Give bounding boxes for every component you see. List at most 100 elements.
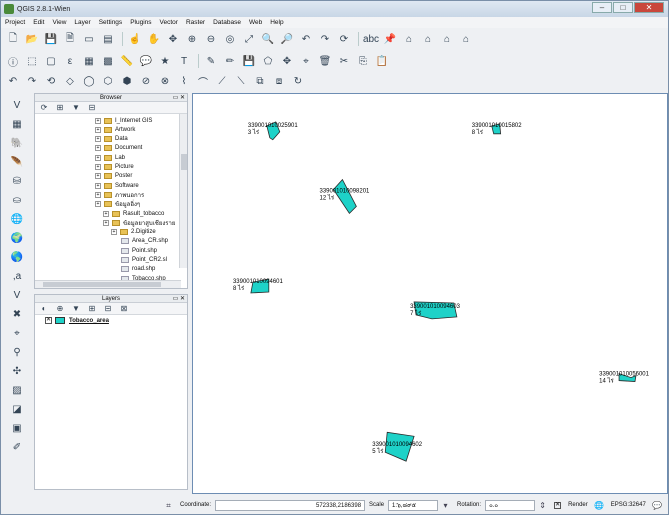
menu-item[interactable]: Settings (95, 19, 127, 26)
tree-item[interactable]: + Lab (95, 153, 125, 162)
expand-icon[interactable]: + (103, 210, 109, 217)
expand-icon[interactable]: + (95, 201, 101, 208)
move-feature-icon[interactable]: ✥ (279, 53, 295, 69)
attribute-table-icon[interactable]: ▦ (81, 53, 97, 69)
menu-item[interactable]: Database (209, 19, 245, 26)
menu-item[interactable]: Raster (182, 19, 209, 26)
delete-ring-icon[interactable]: ⊘ (138, 73, 154, 89)
map-tips-icon[interactable]: 💬 (138, 53, 154, 69)
rotation-spinbox[interactable]: ๐.๐ (485, 499, 536, 511)
pan-to-selection-icon[interactable]: ✥ (165, 31, 181, 47)
add-raster-layer-icon[interactable]: ▦ (8, 117, 26, 132)
delete-part-icon[interactable]: ⊗ (157, 73, 173, 89)
tree-item[interactable]: + ภาพนอการ (95, 190, 144, 199)
add-vector-layer-icon[interactable]: V (8, 98, 26, 113)
cut-features-icon[interactable]: ✂ (336, 53, 352, 69)
coordinate-field[interactable]: 572338,2186398 (215, 499, 366, 511)
change-label-icon[interactable]: ⌂ (458, 31, 474, 47)
expand-icon[interactable]: + (95, 164, 101, 170)
filter-icon[interactable]: ▼ (70, 103, 82, 113)
move-label-icon[interactable]: ⌂ (420, 31, 436, 47)
new-project-icon[interactable]: 🗋 (5, 31, 21, 47)
add-postgis-layer-icon[interactable]: 🐘 (8, 136, 26, 151)
expand-icon[interactable]: + (95, 126, 101, 133)
offset-curve-icon[interactable]: ⌒ (195, 73, 211, 89)
save-edits-icon[interactable]: 💾 (241, 53, 257, 69)
expand-icon[interactable]: + (95, 191, 101, 198)
merge-attributes-icon[interactable]: ⧈ (271, 73, 287, 89)
copy-features-icon[interactable]: ⎘ (355, 53, 371, 69)
zoom-last-icon[interactable]: ↶ (298, 31, 314, 47)
crs-status[interactable]: EPSG:32647 (611, 502, 646, 508)
save-project-icon[interactable]: 💾 (43, 31, 59, 47)
select-tool-icon[interactable]: ⬚ (24, 53, 40, 69)
zoom-selection-icon[interactable]: 🔍 (260, 31, 276, 47)
tree-item[interactable]: + Data (95, 135, 128, 144)
zoom-layer-icon[interactable]: 🔎 (279, 31, 295, 47)
map-canvas[interactable]: 339001010025901 3 ไร่ 339001010015802 8 ไร่… (192, 93, 668, 494)
minimize-button[interactable]: – (592, 2, 612, 13)
add-feature-icon[interactable]: ⬠ (260, 53, 276, 69)
menu-item[interactable]: Vector (156, 19, 182, 26)
add-wcs-layer-icon[interactable]: 🌍 (8, 231, 26, 246)
map-features[interactable]: 3390010100259013 ไร่3390010100158028 ไร่… (193, 94, 667, 493)
tree-item[interactable]: + I_Internet GIS (95, 116, 152, 125)
fill-ring-icon[interactable]: ⬢ (119, 73, 135, 89)
rotate-point-icon[interactable]: ↻ (290, 73, 306, 89)
measure-icon[interactable]: 📏 (119, 53, 135, 69)
add-mssql-layer-icon[interactable]: ⛁ (8, 174, 26, 189)
expand-icon[interactable]: + (95, 117, 101, 124)
expand-icon[interactable]: + (95, 173, 101, 180)
text-annotation-icon[interactable]: T (176, 53, 192, 69)
expand-icon[interactable]: + (95, 136, 101, 143)
pan-map-icon[interactable]: ✋ (146, 31, 162, 47)
remove-layer-icon[interactable]: ⊠ (118, 304, 130, 314)
add-selected-layers-icon[interactable]: ⊞ (54, 103, 66, 113)
add-group-icon[interactable]: ⊕ (54, 304, 66, 314)
tree-item[interactable]: Point_CR2.sl (121, 256, 167, 265)
layer-visibility-checkbox[interactable]: ✕ (45, 317, 52, 324)
render-checkbox[interactable]: ✕ (554, 501, 562, 509)
collapse-all-icon[interactable]: ⊟ (102, 304, 114, 314)
zoom-out-icon[interactable]: ⊖ (203, 31, 219, 47)
zoom-next-icon[interactable]: ↷ (317, 31, 333, 47)
remove-layer-icon[interactable]: ✖ (8, 307, 26, 322)
layer-style-icon[interactable]: ◐ (38, 304, 50, 314)
field-calculator-icon[interactable]: ▩ (100, 53, 116, 69)
menu-item[interactable]: Web (245, 19, 266, 26)
messages-icon[interactable]: 💬 (652, 500, 663, 511)
add-wfs-layer-icon[interactable]: 🌎 (8, 250, 26, 265)
maximize-button[interactable]: □ (613, 2, 633, 13)
tree-item[interactable]: + Poster (95, 172, 132, 181)
expression-select-icon[interactable]: ε (62, 53, 78, 69)
collapse-all-icon[interactable]: ⊟ (86, 103, 98, 113)
add-wms-layer-icon[interactable]: 🌐 (8, 212, 26, 227)
show-label-icon[interactable]: ⌂ (401, 31, 417, 47)
panel-float-close[interactable]: ▭ ✕ (173, 94, 185, 102)
new-composer-icon[interactable]: ▭ (81, 31, 97, 47)
tree-item[interactable]: + Rasult_tobacco (103, 209, 164, 218)
layer-item[interactable]: ✕ Tobacco_area (35, 315, 187, 326)
browser-horizontal-scrollbar[interactable] (35, 280, 181, 288)
edit-style-icon[interactable]: ✐ (8, 440, 26, 455)
expand-icon[interactable]: + (95, 145, 101, 152)
georeferencer-icon[interactable]: ⚲ (8, 345, 26, 360)
add-delimited-text-icon[interactable]: ,a (8, 269, 26, 284)
tree-item[interactable]: Point.shp (121, 246, 157, 255)
add-ring-icon[interactable]: ◯ (81, 73, 97, 89)
tree-item[interactable]: road.shp (121, 265, 155, 274)
zoom-full-icon[interactable]: ⤢ (241, 31, 257, 47)
save-as-icon[interactable]: 🗎 (62, 31, 78, 47)
deselect-icon[interactable]: ▢ (43, 53, 59, 69)
filter-legend-icon[interactable]: ▼ (70, 304, 82, 314)
close-button[interactable]: ✕ (634, 2, 664, 13)
tree-item[interactable]: + Artwork (95, 125, 135, 134)
tobacco-area-polygon[interactable] (332, 178, 357, 215)
zoom-native-icon[interactable]: ◎ (222, 31, 238, 47)
expand-icon[interactable]: + (95, 154, 101, 161)
current-edits-icon[interactable]: ✎ (203, 53, 219, 69)
tree-item[interactable]: + ข้อมูลยาสูบเชียงราย (103, 218, 175, 227)
tree-item[interactable]: Area_CR.shp (121, 237, 168, 246)
rotate-label-icon[interactable]: ⌂ (439, 31, 455, 47)
new-shapefile-icon[interactable]: V (8, 288, 26, 303)
